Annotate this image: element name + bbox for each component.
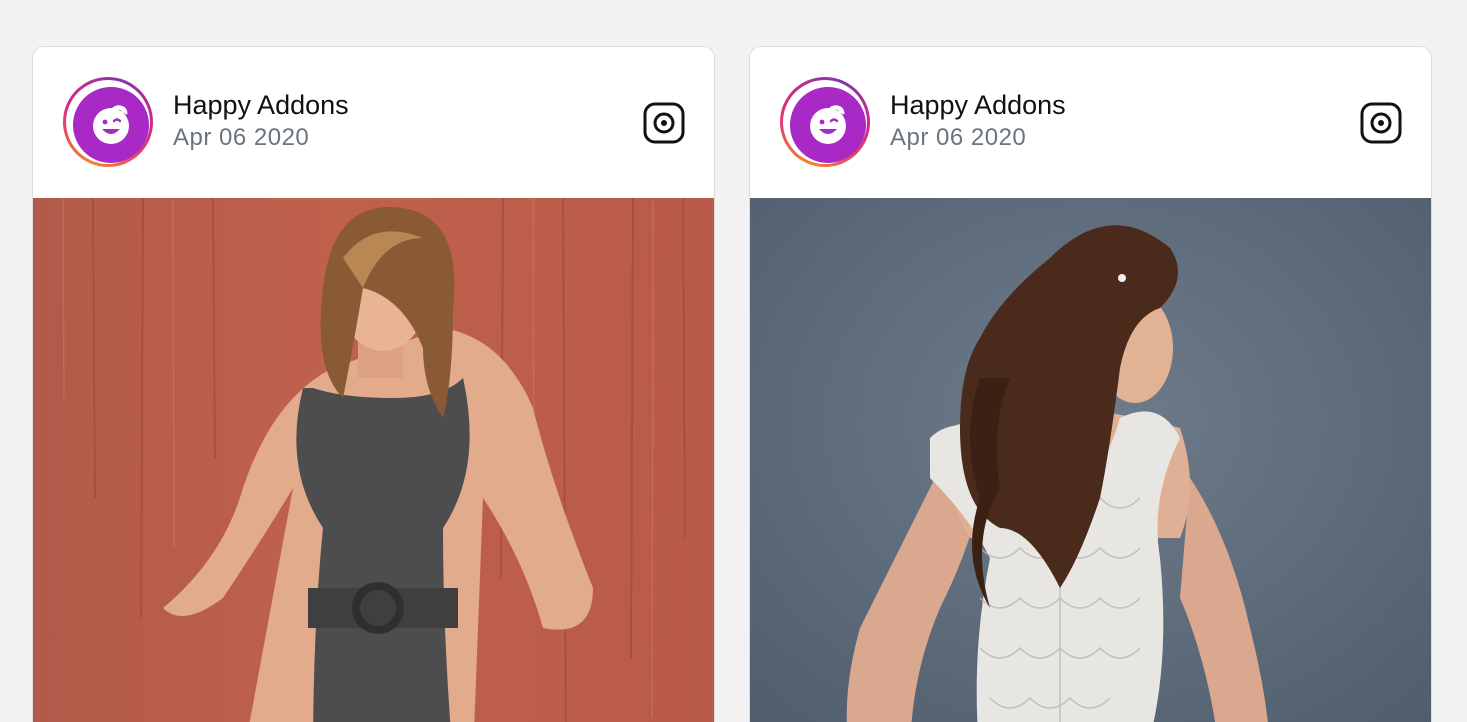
happy-face-icon <box>810 105 846 144</box>
author-name[interactable]: Happy Addons <box>890 89 1066 121</box>
post-photo[interactable] <box>750 198 1431 722</box>
post-image <box>33 198 714 722</box>
post-image <box>750 198 1431 722</box>
happy-face-icon <box>93 105 129 144</box>
avatar[interactable] <box>63 77 153 167</box>
post-date: Apr 06 2020 <box>173 124 310 151</box>
instagram-feed: Happy Addons Apr 06 2020 Happy Addons Ap… <box>0 0 1467 722</box>
post-date: Apr 06 2020 <box>890 124 1027 151</box>
post-header: Happy Addons Apr 06 2020 <box>750 47 1431 198</box>
instagram-icon[interactable] <box>642 101 686 145</box>
post-photo[interactable] <box>33 198 714 722</box>
post-header: Happy Addons Apr 06 2020 <box>33 47 714 198</box>
instagram-icon[interactable] <box>1359 101 1403 145</box>
author-name[interactable]: Happy Addons <box>173 89 349 121</box>
avatar[interactable] <box>780 77 870 167</box>
post-card[interactable]: Happy Addons Apr 06 2020 <box>749 46 1432 722</box>
post-card[interactable]: Happy Addons Apr 06 2020 <box>32 46 715 722</box>
